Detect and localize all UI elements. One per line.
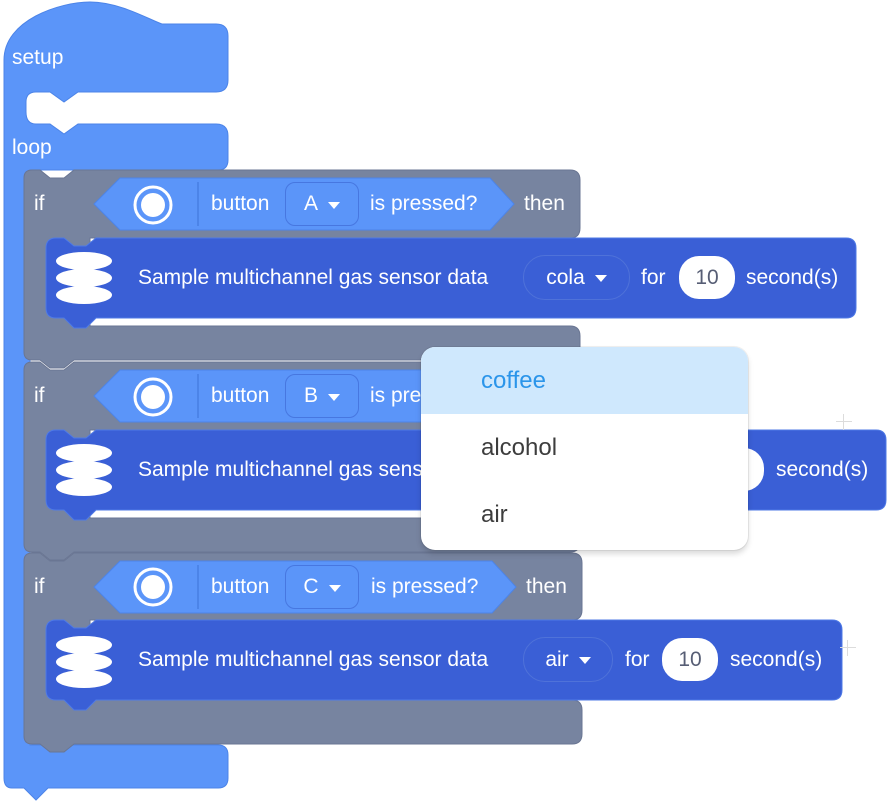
then-label: then: [524, 192, 565, 215]
unit-label: second(s): [746, 266, 839, 289]
setup-label: setup: [12, 46, 64, 69]
condition-prefix: button: [211, 384, 270, 407]
button-circle-icon: [133, 377, 173, 417]
seconds-input[interactable]: 10: [662, 638, 718, 681]
menu-item-coffee[interactable]: coffee: [421, 347, 748, 414]
if-label: if: [34, 575, 45, 598]
database-stack-icon: [56, 252, 112, 304]
button-select[interactable]: B: [285, 374, 359, 418]
database-stack-icon: [56, 444, 112, 496]
condition-prefix: button: [211, 575, 270, 598]
action-text: Sample multichannel gas sensor data: [138, 648, 489, 671]
gas-type-select[interactable]: air: [523, 637, 613, 682]
for-label: for: [641, 266, 666, 289]
caret-down-icon: [578, 657, 591, 664]
menu-item-alcohol[interactable]: alcohol: [421, 414, 748, 481]
condition-prefix: button: [211, 192, 270, 215]
caret-down-icon: [594, 275, 607, 282]
seconds-input[interactable]: 10: [679, 256, 735, 299]
gas-type-dropdown-menu[interactable]: coffee alcohol air: [421, 347, 748, 550]
grid-cross: [836, 414, 852, 430]
if-label: if: [34, 384, 45, 407]
button-select[interactable]: A: [285, 182, 359, 226]
caret-down-icon: [328, 201, 340, 209]
caret-down-icon: [328, 584, 341, 592]
for-label: for: [625, 648, 650, 671]
then-label: then: [526, 575, 567, 598]
condition-suffix: is pressed?: [370, 192, 478, 215]
unit-label: second(s): [776, 458, 869, 481]
caret-down-icon: [328, 393, 340, 401]
database-stack-icon: [56, 636, 112, 688]
condition-suffix: is pressed?: [371, 575, 479, 598]
button-select-value: C: [303, 575, 319, 598]
loop-label: loop: [12, 136, 52, 159]
gas-type-value: cola: [546, 265, 585, 289]
button-select-value: A: [303, 192, 318, 215]
grid-cross: [840, 640, 856, 656]
gas-type-select[interactable]: cola: [523, 255, 630, 300]
gas-type-value: air: [545, 647, 569, 671]
menu-item-air[interactable]: air: [421, 481, 748, 548]
if-label: if: [34, 192, 45, 215]
action-text: Sample multichannel gas sensor data: [138, 266, 489, 289]
unit-label: second(s): [730, 648, 823, 671]
button-circle-icon: [133, 185, 173, 225]
button-select[interactable]: C: [285, 565, 359, 609]
button-select-value: B: [303, 384, 318, 407]
button-circle-icon: [133, 567, 173, 607]
